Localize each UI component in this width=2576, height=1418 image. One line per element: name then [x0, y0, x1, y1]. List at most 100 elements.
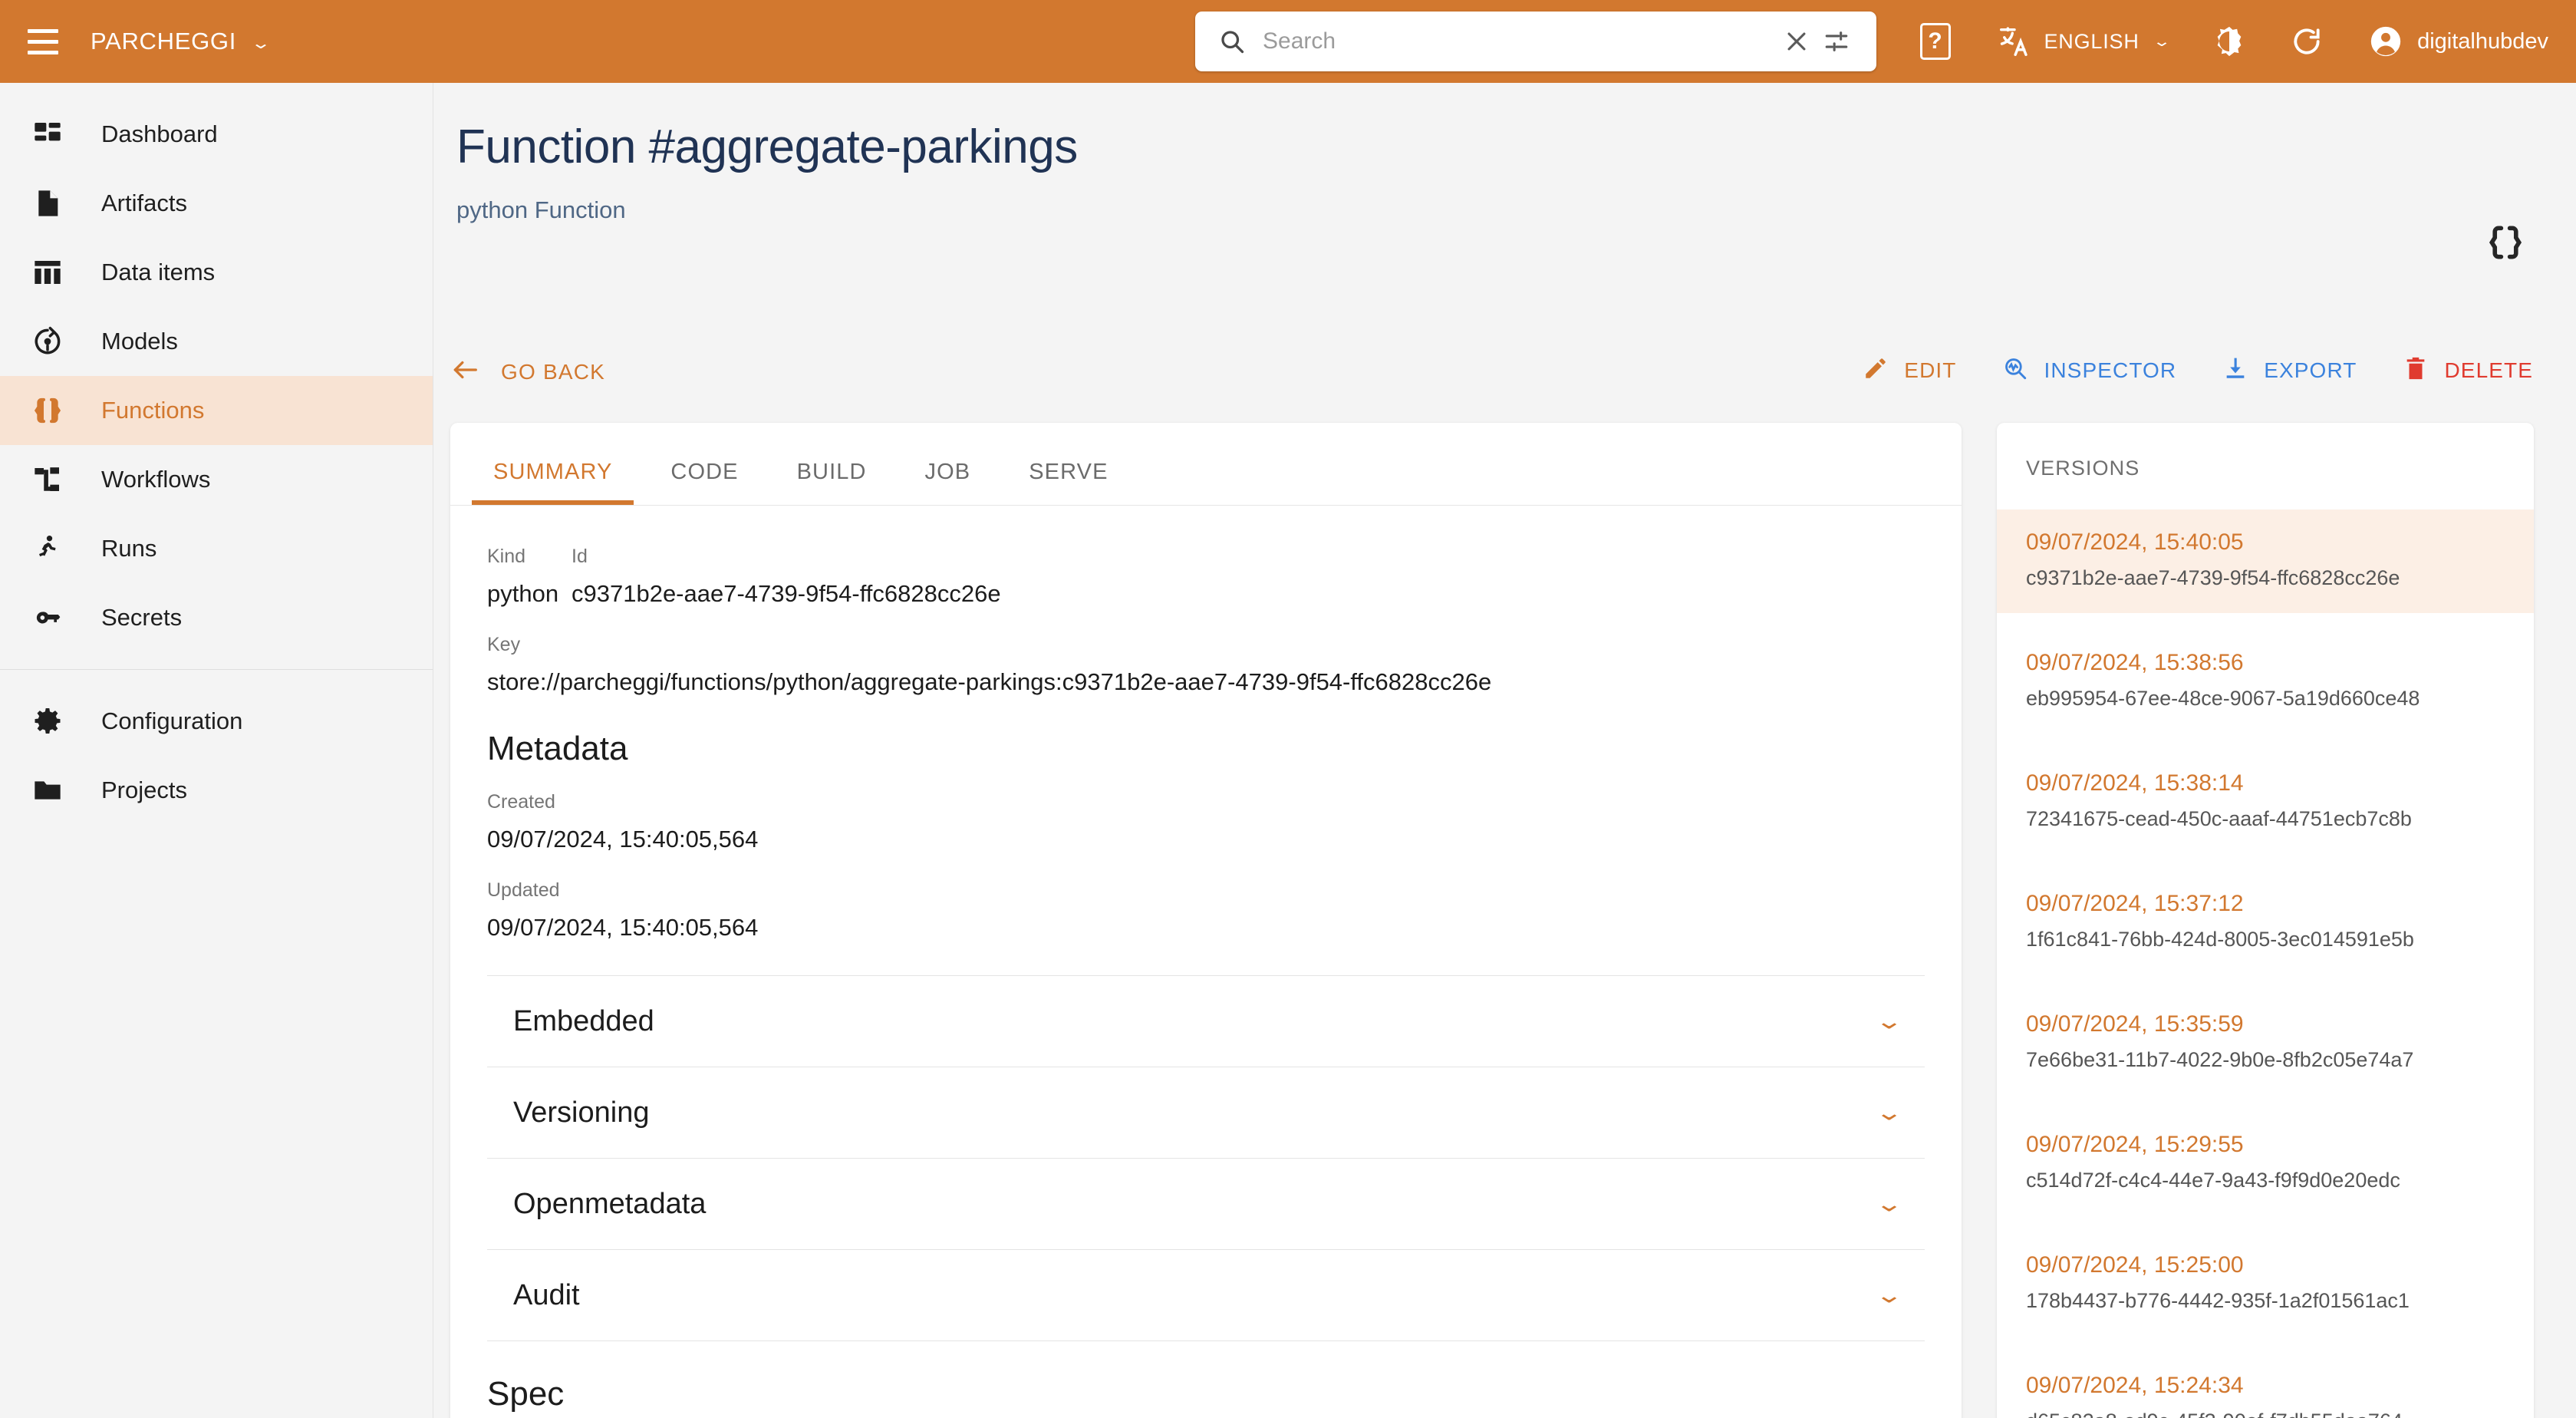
versions-panel: VERSIONS 09/07/2024, 15:40:05 c9371b2e-a… — [1997, 423, 2534, 1418]
trash-icon — [2403, 355, 2429, 385]
updated-value: 09/07/2024, 15:40:05,564 — [487, 914, 759, 941]
sidebar-nav: Dashboard Artifacts Data items Models Fu… — [0, 83, 433, 1418]
accordion-title: Audit — [513, 1278, 580, 1311]
sidebar-item-runs[interactable]: Runs — [0, 514, 433, 583]
sidebar-item-models[interactable]: Models — [0, 307, 433, 376]
sidebar-item-secrets[interactable]: Secrets — [0, 583, 433, 652]
username-label: digitalhubdev — [2417, 28, 2548, 54]
brand-label: PARCHEGGI — [91, 28, 237, 54]
key-field: Key store://parcheggi/functions/python/a… — [487, 634, 1925, 696]
version-date: 09/07/2024, 15:35:59 — [2026, 1011, 2244, 1037]
folder-icon — [28, 770, 68, 810]
sidebar-item-label: Workflows — [101, 466, 211, 493]
sidebar-item-label: Secrets — [101, 604, 183, 631]
spec-section-title: Spec — [487, 1375, 565, 1413]
sidebar-item-dashboard[interactable]: Dashboard — [0, 100, 433, 169]
brand-project-selector[interactable]: PARCHEGGI ⌄ — [91, 28, 272, 55]
language-selector[interactable]: ENGLISH ⌄ — [1997, 24, 2172, 59]
created-field: Created 09/07/2024, 15:40:05,564 — [487, 791, 1925, 853]
pencil-icon — [1863, 355, 1889, 385]
version-id: 178b4437-b776-4442-935f-1a2f01561ac1 — [2026, 1289, 2410, 1312]
model-icon — [28, 322, 68, 361]
accordion-versioning[interactable]: Versioning ⌄ — [487, 1067, 1925, 1159]
accordion-embedded[interactable]: Embedded ⌄ — [487, 975, 1925, 1067]
tab-serve[interactable]: SERVE — [1000, 460, 1137, 505]
accordion-header[interactable]: Audit ⌄ — [487, 1250, 1925, 1341]
search-input[interactable] — [1263, 28, 1777, 54]
sidebar-item-data-items[interactable]: Data items — [0, 238, 433, 307]
page-subtitle: python Function — [456, 196, 626, 223]
version-item[interactable]: 09/07/2024, 15:40:05 c9371b2e-aae7-4739-… — [1997, 509, 2534, 613]
updated-label: Updated — [487, 879, 560, 901]
delete-label: DELETE — [2444, 358, 2533, 382]
accordion-openmetadata[interactable]: Openmetadata ⌄ — [487, 1159, 1925, 1250]
hamburger-icon[interactable] — [21, 20, 64, 63]
workflow-icon — [28, 460, 68, 500]
sidebar-item-projects[interactable]: Projects — [0, 756, 433, 825]
accordion-header[interactable]: Versioning ⌄ — [487, 1067, 1925, 1158]
key-label: Key — [487, 634, 521, 655]
sidebar-item-artifacts[interactable]: Artifacts — [0, 169, 433, 238]
chevron-down-icon: ⌄ — [1874, 1009, 1904, 1034]
sidebar-item-label: Runs — [101, 535, 157, 562]
kind-id-row: Kind python Id c9371b2e-aae7-4739-9f54-f… — [487, 546, 1925, 608]
close-icon[interactable] — [1777, 21, 1817, 61]
tab-label: CODE — [670, 460, 739, 484]
translate-icon — [1997, 24, 2032, 59]
version-date: 09/07/2024, 15:37:12 — [2026, 891, 2244, 916]
version-item[interactable]: 09/07/2024, 15:25:00 178b4437-b776-4442-… — [1997, 1232, 2534, 1336]
braces-icon[interactable] — [2482, 219, 2528, 265]
tab-summary[interactable]: SUMMARY — [464, 460, 641, 505]
refresh-button[interactable] — [2247, 25, 2324, 58]
version-id: d65c82a8-ed9c-45f3-90ef-f7db55daa764 — [2026, 1410, 2505, 1418]
go-back-label: GO BACK — [501, 359, 605, 384]
version-date: 09/07/2024, 15:29:55 — [2026, 1132, 2244, 1157]
inspect-icon — [2002, 355, 2028, 385]
sidebar-item-label: Functions — [101, 397, 205, 424]
tab-label: BUILD — [796, 460, 867, 484]
sidebar-item-workflows[interactable]: Workflows — [0, 445, 433, 514]
theme-toggle-button[interactable] — [2169, 24, 2247, 59]
edit-button[interactable]: EDIT — [1863, 355, 1956, 385]
user-menu[interactable]: digitalhubdev — [2324, 24, 2548, 59]
kind-field: Kind python — [487, 546, 572, 608]
accordion-audit[interactable]: Audit ⌄ — [487, 1250, 1925, 1341]
tune-icon[interactable] — [1817, 21, 1856, 61]
tab-build[interactable]: BUILD — [768, 460, 896, 505]
delete-button[interactable]: DELETE — [2403, 355, 2533, 385]
file-icon — [28, 183, 68, 223]
accordion-header[interactable]: Openmetadata ⌄ — [487, 1159, 1925, 1249]
export-button[interactable]: EXPORT — [2222, 355, 2357, 385]
chevron-down-icon: ⌄ — [1874, 1283, 1904, 1308]
versions-header: VERSIONS — [2026, 457, 2140, 480]
version-item[interactable]: 09/07/2024, 15:37:12 1f61c841-76bb-424d-… — [1997, 871, 2534, 974]
inspector-button[interactable]: INSPECTOR — [2002, 355, 2176, 385]
chevron-down-icon: ⌄ — [2152, 32, 2172, 50]
search-bar[interactable] — [1195, 12, 1876, 71]
version-item[interactable]: 09/07/2024, 15:29:55 c514d72f-c4c4-44e7-… — [1997, 1112, 2534, 1215]
tab-job[interactable]: JOB — [896, 460, 1000, 505]
version-item[interactable]: 09/07/2024, 15:38:56 eb995954-67ee-48ce-… — [1997, 630, 2534, 734]
sidebar-item-configuration[interactable]: Configuration — [0, 687, 433, 756]
id-field: Id c9371b2e-aae7-4739-9f54-ffc6828cc26e — [572, 546, 1001, 608]
go-back-button[interactable]: GO BACK — [450, 355, 605, 388]
sidebar-item-label: Models — [101, 328, 178, 354]
version-item[interactable]: 09/07/2024, 15:24:34 d65c82a8-ed9c-45f3-… — [1997, 1353, 2534, 1418]
sidebar-item-functions[interactable]: Functions — [0, 376, 433, 445]
braces-icon — [28, 391, 68, 430]
version-item[interactable]: 09/07/2024, 15:38:14 72341675-cead-450c-… — [1997, 750, 2534, 854]
metadata-section-title: Metadata — [487, 730, 628, 767]
version-item[interactable]: 09/07/2024, 15:35:59 7e66be31-11b7-4022-… — [1997, 991, 2534, 1095]
tab-code[interactable]: CODE — [641, 460, 767, 505]
accordion-header[interactable]: Embedded ⌄ — [487, 976, 1925, 1067]
language-label: ENGLISH — [2044, 29, 2140, 53]
help-button[interactable]: ? — [1919, 23, 1997, 60]
created-value: 09/07/2024, 15:40:05,564 — [487, 826, 759, 852]
chevron-down-icon: ⌄ — [1874, 1100, 1904, 1125]
sidebar-item-label: Configuration — [101, 707, 243, 734]
entity-actions: EDIT INSPECTOR EXPORT DELETE — [1863, 355, 2533, 385]
export-label: EXPORT — [2264, 358, 2357, 382]
dark-mode-icon — [2212, 24, 2247, 59]
